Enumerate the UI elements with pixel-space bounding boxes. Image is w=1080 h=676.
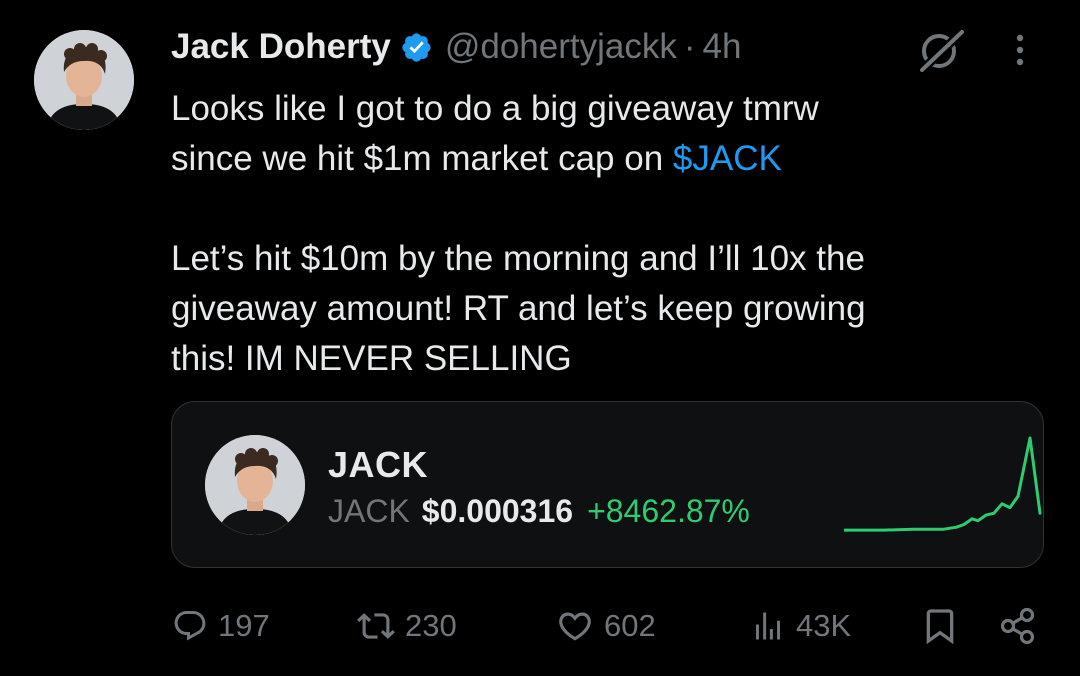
header-separator: · — [683, 27, 696, 66]
token-price: $0.000316 — [421, 493, 574, 529]
verified-badge-icon[interactable] — [400, 31, 433, 64]
repost-count: 230 — [405, 608, 457, 643]
token-card[interactable]: JACK JACK $0.000316 +8462.87% — [171, 401, 1044, 568]
more-options-icon[interactable] — [1010, 30, 1030, 70]
post-text-segment: since we hit $1m market cap on — [171, 139, 673, 178]
like-button[interactable]: 602 — [556, 598, 656, 654]
token-avatar — [205, 435, 305, 535]
share-button[interactable] — [998, 598, 1038, 654]
author-avatar[interactable] — [34, 30, 134, 130]
cashtag-link[interactable]: $JACK — [673, 139, 782, 178]
bookmark-button[interactable] — [920, 598, 960, 654]
author-handle[interactable]: @dohertyjackk — [445, 27, 677, 67]
tweet: Jack Doherty @dohertyjackk · 4h Looks li… — [0, 0, 1080, 676]
post-text: Looks like I got to do a big giveaway tm… — [171, 84, 1051, 384]
post-text-line: giveaway amount! RT and let’s keep growi… — [171, 289, 866, 328]
reply-button[interactable]: 197 — [172, 598, 270, 654]
avatar-portrait-icon — [34, 30, 134, 130]
reply-icon — [174, 611, 206, 641]
like-icon — [559, 612, 591, 641]
token-price-row: JACK $0.000316 +8462.87% — [328, 493, 750, 530]
like-count: 602 — [604, 608, 656, 643]
price-sparkline — [844, 436, 1042, 532]
views-icon — [756, 612, 780, 640]
action-bar: 197 230 602 43K — [0, 598, 1080, 654]
token-portrait-icon — [205, 435, 305, 535]
grok-icon[interactable] — [912, 26, 968, 75]
token-name: JACK — [328, 444, 429, 485]
repost-icon — [357, 613, 395, 639]
post-text-line: Let’s hit $10m by the morning and I’ll 1… — [171, 239, 865, 278]
bookmark-icon — [926, 609, 954, 645]
repost-button[interactable]: 230 — [357, 598, 457, 654]
share-icon — [1000, 607, 1035, 645]
views-count: 43K — [796, 608, 852, 643]
tweet-header: Jack Doherty @dohertyjackk · 4h — [171, 22, 741, 72]
paragraph-break — [171, 184, 1051, 234]
post-timestamp[interactable]: 4h — [703, 27, 742, 67]
sparkline-path — [844, 436, 1042, 532]
reply-count: 197 — [218, 608, 270, 643]
views-button[interactable]: 43K — [750, 598, 851, 654]
post-text-line: since we hit $1m market cap on $JACK — [171, 134, 1051, 184]
token-change: +8462.87% — [587, 493, 750, 529]
post-text-line: Looks like I got to do a big giveaway tm… — [171, 89, 819, 128]
author-display-name[interactable]: Jack Doherty — [171, 27, 391, 67]
post-text-line: this! IM NEVER SELLING — [171, 339, 572, 378]
token-symbol: JACK — [328, 493, 410, 529]
